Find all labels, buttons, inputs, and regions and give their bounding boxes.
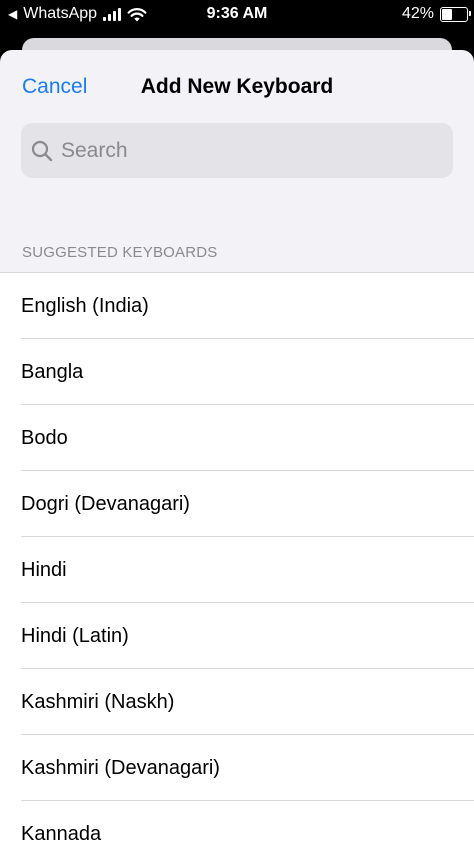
keyboard-name: Hindi bbox=[21, 558, 67, 581]
keyboard-list-item[interactable]: English (India) bbox=[0, 273, 474, 339]
search-input[interactable] bbox=[59, 137, 423, 164]
keyboard-name: Kannada bbox=[21, 822, 102, 842]
navigation-bar: Cancel Add New Keyboard bbox=[0, 50, 474, 122]
battery-percent: 42% bbox=[401, 5, 434, 22]
battery-fill bbox=[442, 8, 453, 20]
keyboard-list-item[interactable]: Kashmiri (Naskh) bbox=[0, 669, 474, 735]
screen: ◀ WhatsApp 9:36 AM 42% Cancel Add New Ke… bbox=[0, 0, 474, 842]
keyboard-name: Kashmiri (Naskh) bbox=[21, 690, 175, 713]
cancel-button[interactable]: Cancel bbox=[22, 75, 87, 99]
keyboard-list-item[interactable]: Bangla bbox=[0, 339, 474, 405]
keyboard-list: English (India) Bangla Bodo Dogri (Devanaga… bbox=[0, 272, 474, 842]
keyboard-name: Bangla bbox=[21, 360, 84, 383]
search-bar[interactable] bbox=[21, 123, 453, 178]
keyboard-name: Kashmiri (Devanagari) bbox=[21, 756, 220, 779]
keyboard-list-item[interactable]: Hindi bbox=[0, 537, 474, 603]
keyboard-name: Dogri (Devanagari) bbox=[21, 492, 190, 515]
battery-icon bbox=[440, 6, 471, 22]
keyboard-list-item[interactable]: Bodo bbox=[0, 405, 474, 471]
add-keyboard-sheet: Cancel Add New Keyboard SUGGESTED KEYBOA… bbox=[0, 50, 474, 842]
section-header: SUGGESTED KEYBOARDS bbox=[22, 244, 218, 261]
keyboard-list-item[interactable]: Hindi (Latin) bbox=[0, 603, 474, 669]
keyboard-list-item[interactable]: Dogri (Devanagari) bbox=[0, 471, 474, 537]
keyboard-list-item[interactable]: Kannada bbox=[0, 801, 474, 842]
status-bar: ◀ WhatsApp 9:36 AM 42% bbox=[0, 0, 474, 30]
keyboard-name: English (India) bbox=[21, 294, 149, 317]
search-icon bbox=[31, 140, 53, 161]
keyboard-name: Hindi (Latin) bbox=[21, 624, 129, 647]
keyboard-list-item[interactable]: Kashmiri (Devanagari) bbox=[0, 735, 474, 801]
keyboard-name: Bodo bbox=[21, 426, 68, 449]
